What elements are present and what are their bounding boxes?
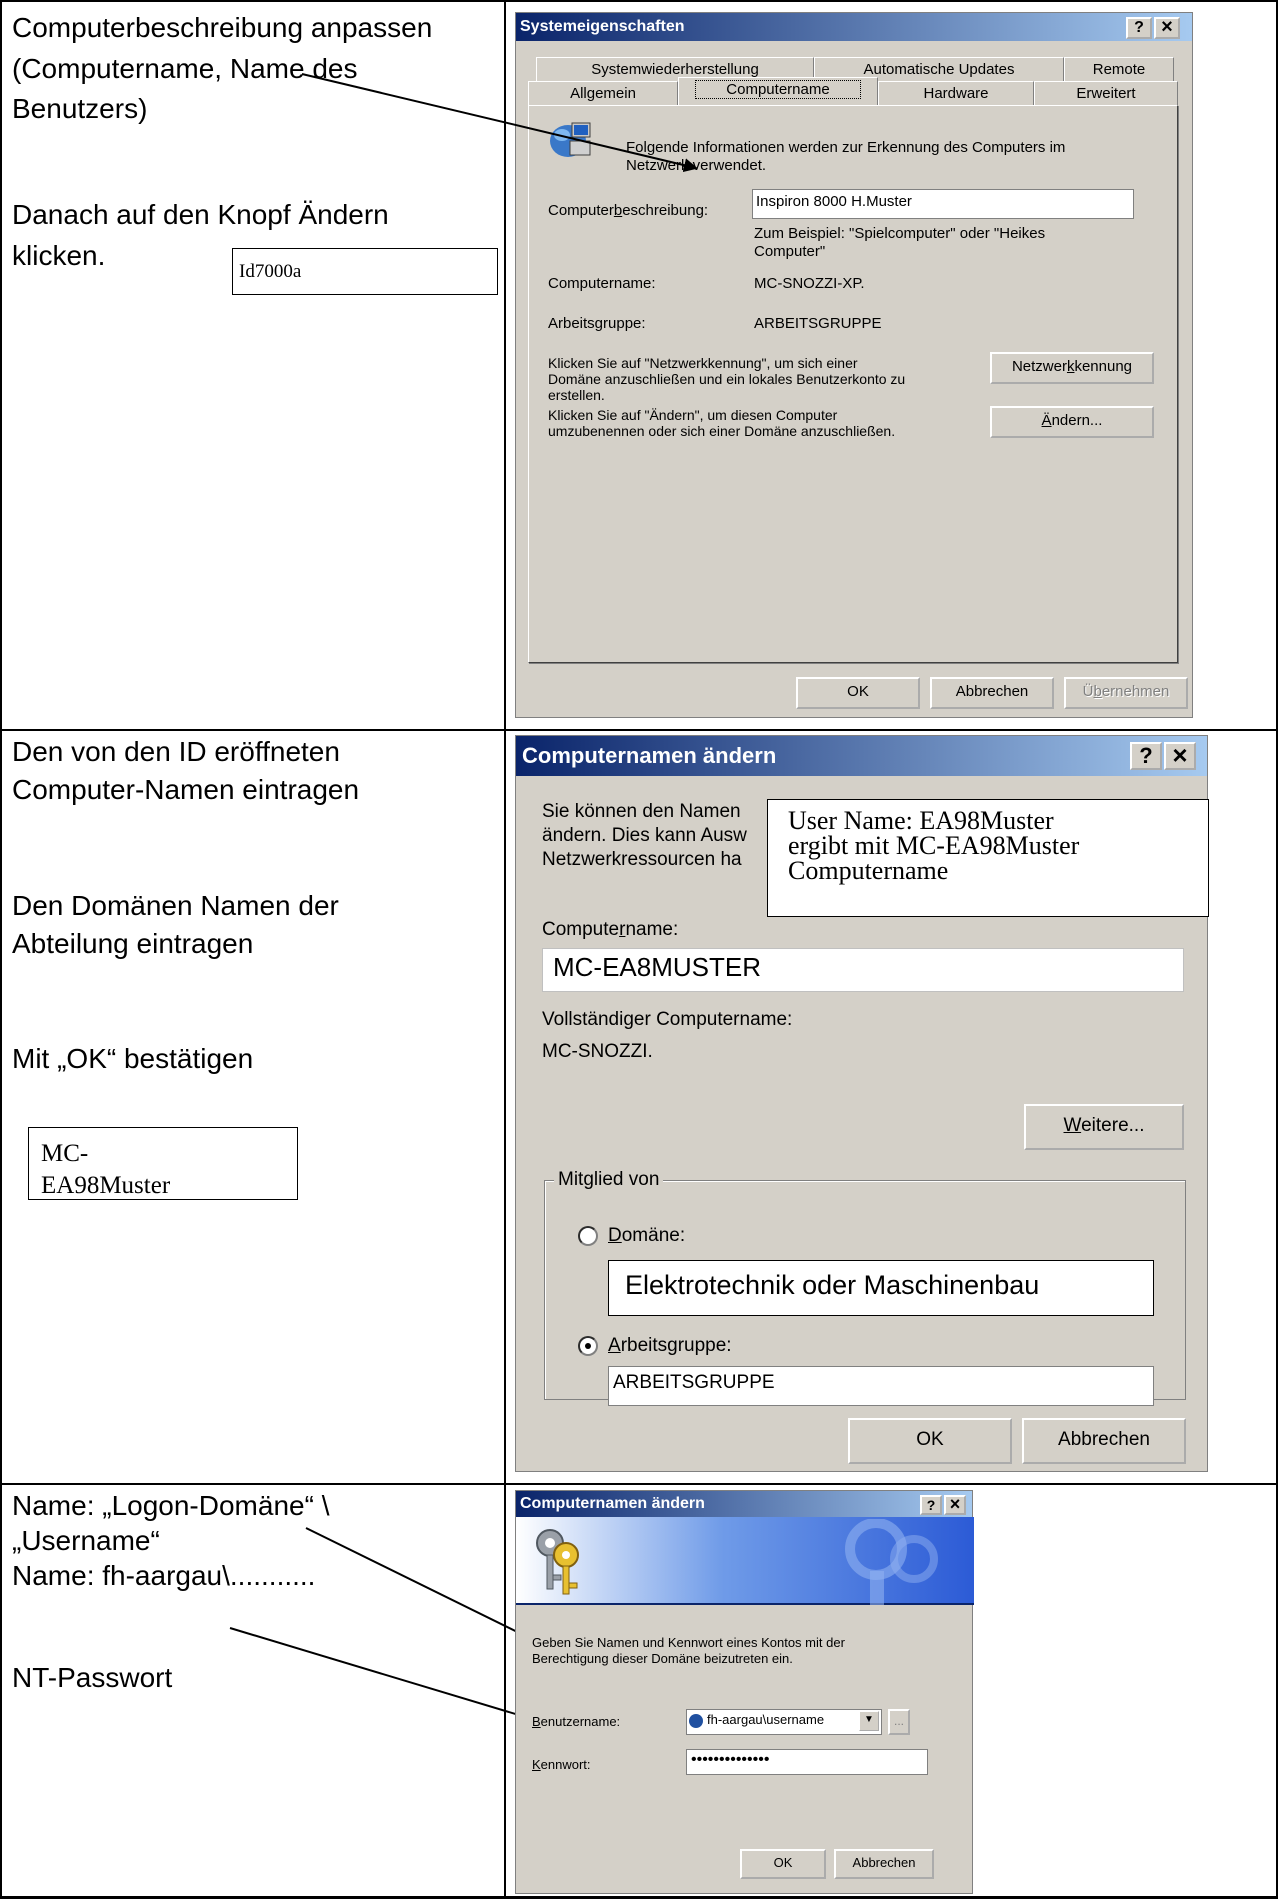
keys-icon: [536, 1529, 579, 1595]
ok-button[interactable]: OK: [740, 1849, 826, 1879]
username-combobox[interactable]: fh-aargau\username ▼: [686, 1709, 882, 1735]
workgroup-input[interactable]: ARBEITSGRUPPE: [608, 1366, 1154, 1406]
workgroup-value: ARBEITSGRUPPE: [613, 1372, 775, 1393]
member-of-legend: Mitglied von: [554, 1168, 664, 1192]
workgroup-label: Arbeitsgruppe:: [608, 1335, 732, 1356]
credentials-dialog: Computernamen ändern ? × Geben Sie Namen…: [515, 1490, 974, 1894]
domain-label: Domäne:: [608, 1225, 686, 1246]
close-button[interactable]: ×: [944, 1495, 966, 1515]
note-line: ergibt mit MC-EA98Muster: [788, 831, 1080, 860]
note-line: User Name: EA98Muster: [788, 806, 1054, 835]
dialog-title: Computernamen ändern: [522, 743, 777, 768]
username-note-box: User Name: EA98Muster ergibt mit MC-EA98…: [767, 799, 1209, 917]
browse-button[interactable]: ...: [888, 1709, 910, 1735]
password-input[interactable]: ••••••••••••••: [686, 1749, 928, 1775]
close-button[interactable]: ×: [1164, 742, 1196, 770]
password-label: Kennwort:: [532, 1757, 591, 1772]
computername-input[interactable]: MC-EA8MUSTER: [542, 948, 1184, 992]
full-name-value: MC-SNOZZI.: [542, 1041, 653, 1062]
prompt-text: Berechtigung dieser Domäne beizutreten e…: [532, 1651, 793, 1666]
domain-input[interactable]: Elektrotechnik oder Maschinenbau: [608, 1260, 1154, 1316]
ok-button[interactable]: OK: [848, 1418, 1012, 1464]
note-line: Computername: [788, 856, 949, 885]
intro-text: Sie können den Namen: [542, 801, 741, 822]
title-bar: Computernamen ändern: [516, 1491, 972, 1517]
cancel-button[interactable]: Abbrechen: [834, 1849, 934, 1879]
prompt-text: Geben Sie Namen und Kennwort eines Konto…: [532, 1635, 845, 1650]
dialog-title: Computernamen ändern: [520, 1495, 705, 1512]
password-value: ••••••••••••••: [691, 1751, 770, 1768]
computername-label: Computername:: [542, 919, 679, 940]
more-button[interactable]: Weitere...: [1024, 1104, 1184, 1150]
username-label: Benutzername:: [532, 1714, 621, 1729]
user-icon: [689, 1713, 703, 1728]
keys-watermark-icon: [845, 1519, 938, 1605]
title-bar: Computernamen ändern: [516, 736, 1207, 776]
tab-label: Computername: [695, 80, 861, 99]
intro-text: Netzwerkressourcen ha: [542, 849, 742, 870]
chevron-down-icon[interactable]: ▼: [859, 1711, 879, 1731]
help-button[interactable]: ?: [920, 1495, 942, 1515]
computername-value: MC-EA8MUSTER: [553, 952, 762, 982]
cancel-button[interactable]: Abbrechen: [1022, 1418, 1186, 1464]
full-name-label: Vollständiger Computername:: [542, 1009, 793, 1030]
username-value: fh-aargau\username: [707, 1712, 825, 1727]
tab-computername[interactable]: Computername: [678, 77, 878, 105]
help-button[interactable]: ?: [1130, 742, 1162, 770]
domain-radio[interactable]: [578, 1226, 598, 1246]
intro-text: ändern. Dies kann Ausw: [542, 825, 747, 846]
domain-value: Elektrotechnik oder Maschinenbau: [625, 1270, 1040, 1300]
workgroup-radio[interactable]: [578, 1336, 598, 1356]
